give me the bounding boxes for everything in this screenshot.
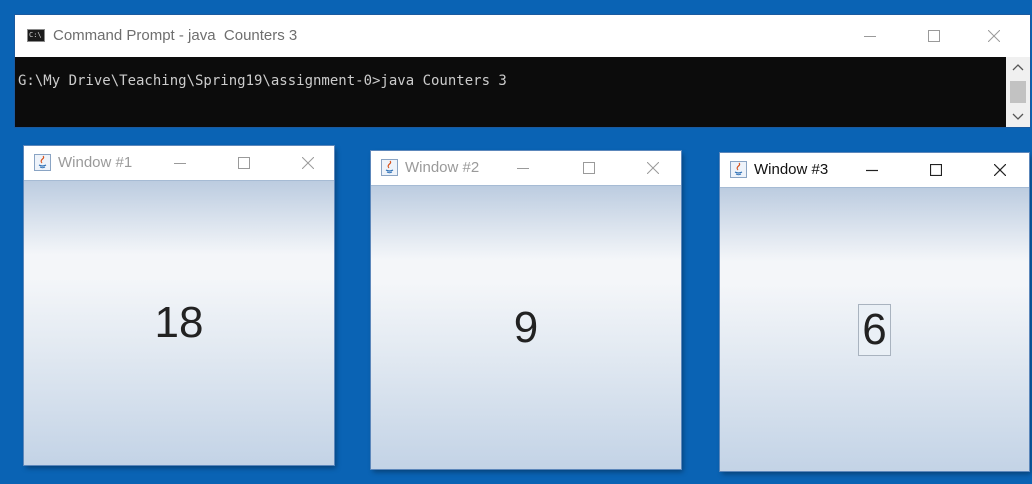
window-3-maximize-button[interactable] (914, 153, 958, 187)
window-3-content[interactable]: 6 (720, 187, 1029, 471)
window-2-title: Window #2 (405, 159, 480, 176)
cmd-minimize-button[interactable] (847, 15, 893, 57)
maximize-icon (928, 30, 940, 42)
minimize-icon (174, 163, 186, 164)
cmd-titlebar[interactable]: C:\ Command Prompt - java Counters 3 (15, 15, 1030, 57)
window-2-content[interactable]: 9 (371, 185, 681, 469)
window-1-content[interactable]: 18 (24, 180, 334, 465)
window-3-close-button[interactable] (978, 153, 1022, 187)
counter-label-3[interactable]: 6 (720, 303, 1029, 356)
counter-label-2[interactable]: 9 (371, 303, 681, 353)
window-3-minimize-button[interactable] (850, 153, 894, 187)
command-prompt-window[interactable]: C:\ Command Prompt - java Counters 3 G:\… (15, 15, 1030, 127)
maximize-icon (238, 157, 250, 169)
command-prompt-icon: C:\ (27, 29, 45, 42)
window-2-close-button[interactable] (631, 151, 675, 185)
window-2-maximize-button[interactable] (567, 151, 611, 185)
minimize-icon (866, 169, 878, 172)
window-3-titlebar[interactable]: Window #3 (720, 153, 1029, 187)
close-icon (988, 30, 1000, 42)
scroll-up-icon[interactable] (1012, 63, 1024, 71)
maximize-icon (583, 162, 595, 174)
console-output[interactable]: G:\My Drive\Teaching\Spring19\assignment… (15, 57, 1006, 127)
cmd-maximize-button[interactable] (911, 15, 957, 57)
window-1-close-button[interactable] (286, 146, 330, 180)
window-3-title: Window #3 (754, 161, 829, 178)
cmd-close-button[interactable] (971, 15, 1017, 57)
close-icon (647, 162, 659, 174)
minimize-icon (864, 36, 876, 37)
cmd-vertical-scrollbar[interactable] (1006, 57, 1030, 127)
scroll-down-icon[interactable] (1012, 113, 1024, 121)
window-1-minimize-button[interactable] (158, 146, 202, 180)
maximize-icon (930, 164, 942, 176)
window-1-titlebar[interactable]: Window #1 (24, 146, 334, 180)
counter-label-1[interactable]: 18 (24, 298, 334, 348)
java-icon (730, 161, 747, 178)
java-icon (34, 154, 51, 171)
window-2-titlebar[interactable]: Window #2 (371, 151, 681, 185)
close-icon (994, 164, 1006, 176)
java-window-2[interactable]: Window #2 9 (371, 151, 681, 469)
java-icon (381, 159, 398, 176)
scrollbar-thumb[interactable] (1010, 81, 1026, 103)
java-window-3[interactable]: Window #3 6 (720, 153, 1029, 471)
window-1-maximize-button[interactable] (222, 146, 266, 180)
window-1-title: Window #1 (58, 154, 133, 171)
java-window-1[interactable]: Window #1 18 (24, 146, 334, 465)
close-icon (302, 157, 314, 169)
cmd-window-title: Command Prompt - java Counters 3 (53, 27, 298, 44)
window-2-minimize-button[interactable] (501, 151, 545, 185)
minimize-icon (517, 168, 529, 169)
